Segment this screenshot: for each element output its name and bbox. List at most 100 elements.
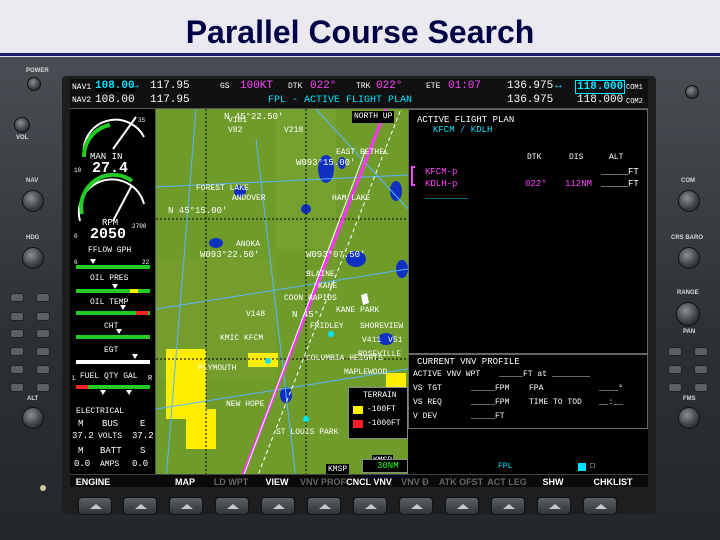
nav2-active-freq[interactable]: 108.00 bbox=[95, 94, 135, 106]
softkey-button-2[interactable] bbox=[123, 497, 157, 515]
softkey-button-12[interactable] bbox=[583, 497, 617, 515]
apr-button[interactable] bbox=[10, 347, 24, 356]
softkey-button-5[interactable] bbox=[261, 497, 295, 515]
softkey-act-leg[interactable]: ACT LEG bbox=[484, 476, 530, 487]
direct-to-button[interactable] bbox=[668, 347, 682, 356]
softkey-button-10[interactable] bbox=[491, 497, 525, 515]
softkey-view[interactable]: VIEW bbox=[254, 476, 300, 487]
softkey-button-6[interactable] bbox=[307, 497, 341, 515]
softkey-button-1[interactable] bbox=[78, 497, 112, 515]
clr-button[interactable] bbox=[668, 383, 682, 392]
nose-down-button[interactable] bbox=[36, 383, 50, 392]
hdg-knob[interactable] bbox=[22, 247, 44, 269]
profile-row-0-value: _____FT at ________ bbox=[499, 370, 591, 379]
com1-active-freq[interactable]: 136.975 bbox=[507, 80, 553, 92]
bus-e: E bbox=[140, 419, 146, 429]
fd-button[interactable] bbox=[36, 293, 50, 302]
com1-swap-arrow: ↔ bbox=[555, 80, 562, 92]
softkey-button-9[interactable] bbox=[445, 497, 479, 515]
place-10: PLYMOUTH bbox=[198, 364, 237, 373]
status-fpl: FPL bbox=[498, 462, 513, 471]
north-up-label[interactable]: NORTH UP bbox=[352, 111, 395, 123]
power-knob[interactable] bbox=[27, 77, 41, 91]
fpl-row-1-alt[interactable]: _____FT bbox=[601, 178, 639, 190]
range-indicator[interactable]: 30NM bbox=[362, 459, 408, 473]
nav2-label: NAV2 bbox=[72, 96, 92, 105]
fpl-row-0-wpt[interactable]: KFCM-p bbox=[425, 166, 457, 178]
softkey-map[interactable]: MAP bbox=[162, 476, 208, 487]
softkey-button-3[interactable] bbox=[169, 497, 203, 515]
col-dis: DIS bbox=[569, 153, 584, 162]
softkey-chklist[interactable]: CHKLIST bbox=[590, 476, 636, 487]
amps-right: 0.0 bbox=[132, 459, 149, 469]
nav-label: NAV bbox=[26, 178, 39, 184]
range-joystick[interactable] bbox=[676, 302, 700, 326]
softkey-button-11[interactable] bbox=[537, 497, 571, 515]
nav2-standby-freq[interactable]: 117.95 bbox=[150, 94, 190, 106]
dtk-value: 022° bbox=[310, 80, 337, 92]
fpl-blank-row[interactable]: ________ bbox=[425, 190, 468, 202]
power-label: POWER bbox=[26, 68, 49, 74]
softkey-atk-ofst[interactable]: ATK OFST bbox=[438, 476, 484, 487]
com2-standby-freq[interactable]: 118.000 bbox=[577, 94, 623, 106]
nav-mode-button[interactable] bbox=[10, 329, 24, 338]
softkey-button-7[interactable] bbox=[353, 497, 387, 515]
status-indicator-square bbox=[578, 463, 586, 471]
nav1-label: NAV1 bbox=[72, 83, 92, 92]
flc-button[interactable] bbox=[36, 365, 50, 374]
fpl-button[interactable] bbox=[668, 365, 682, 374]
fms-knob[interactable] bbox=[678, 407, 700, 429]
softkey-vnv-direct[interactable]: VNV Ð bbox=[392, 476, 438, 487]
airway-4: V411 bbox=[362, 336, 382, 345]
softkey-shw-chrt[interactable]: SHW CHRT bbox=[530, 476, 576, 487]
nav-vol-knob[interactable] bbox=[14, 117, 30, 133]
egt-label: EGT bbox=[104, 346, 119, 355]
crs-baro-knob[interactable] bbox=[678, 247, 700, 269]
profile-row-2-value: _____FPM bbox=[471, 398, 510, 407]
nav1-active-freq[interactable]: 108.00 bbox=[95, 80, 135, 92]
softkey-button-4[interactable] bbox=[215, 497, 249, 515]
proc-button[interactable] bbox=[694, 365, 708, 374]
softkey-button-8[interactable] bbox=[399, 497, 433, 515]
com-vol-knob[interactable] bbox=[685, 85, 699, 99]
oil-pres-label: OIL PRES bbox=[90, 274, 129, 283]
terrain-yellow-swatch bbox=[353, 406, 363, 414]
terrain-value-1: -100FT bbox=[367, 405, 396, 414]
fpl-row-0-alt[interactable]: _____FT bbox=[601, 166, 639, 178]
com-knob[interactable] bbox=[678, 190, 700, 212]
active-leg-bracket bbox=[411, 166, 415, 186]
com2-active-freq[interactable]: 136.975 bbox=[507, 94, 553, 106]
profile-row-2-value2: __:__ bbox=[599, 398, 624, 407]
hdg-mode-button[interactable] bbox=[10, 312, 24, 321]
airway-5: V51 bbox=[388, 336, 403, 345]
amps-left: 0.0 bbox=[74, 459, 91, 469]
nav-knob[interactable] bbox=[22, 190, 44, 212]
softkey-engine[interactable]: ENGINE bbox=[70, 476, 116, 487]
profile-row-1-value2: ____° bbox=[599, 384, 624, 393]
place-3: HAM LAKE bbox=[332, 194, 371, 203]
ap-button[interactable] bbox=[10, 293, 24, 302]
nose-up-button[interactable] bbox=[10, 383, 24, 392]
lat-mid: N 45°15.00' bbox=[168, 206, 228, 216]
ent-button[interactable] bbox=[694, 383, 708, 392]
nav-status-box: GS 100KT DTK 022° TRK 022° ETE 01:07 FPL… bbox=[216, 79, 500, 109]
softkey-cncl-vnv[interactable]: CNCL VNV bbox=[346, 476, 392, 487]
softkey-ld-wpt[interactable]: LD WPT bbox=[208, 476, 254, 487]
softkey-vnv-prof[interactable]: VNV PROF bbox=[300, 476, 346, 487]
alt-mode-button[interactable] bbox=[36, 312, 50, 321]
com1-standby-freq[interactable]: 118.000 bbox=[575, 80, 626, 94]
nav1-standby-freq[interactable]: 117.95 bbox=[150, 80, 190, 92]
terrain-red-swatch bbox=[353, 420, 363, 428]
man-in-value: 27.4 bbox=[92, 160, 129, 177]
col-alt: ALT bbox=[609, 153, 624, 162]
vs-button[interactable] bbox=[10, 365, 24, 374]
alt-label: ALT bbox=[27, 396, 39, 402]
vol-label: VOL bbox=[16, 135, 29, 141]
vnv-mode-button[interactable] bbox=[36, 329, 50, 338]
alt-knob[interactable] bbox=[22, 407, 44, 429]
bc-button[interactable] bbox=[36, 347, 50, 356]
moving-map[interactable]: NORTH UP N 45°22.50' N 45°15.00' N 45° W… bbox=[156, 109, 408, 480]
fpl-row-1-wpt[interactable]: KDLH-p bbox=[425, 178, 457, 190]
menu-button[interactable] bbox=[694, 347, 708, 356]
com2-label: COM2 bbox=[626, 98, 643, 106]
